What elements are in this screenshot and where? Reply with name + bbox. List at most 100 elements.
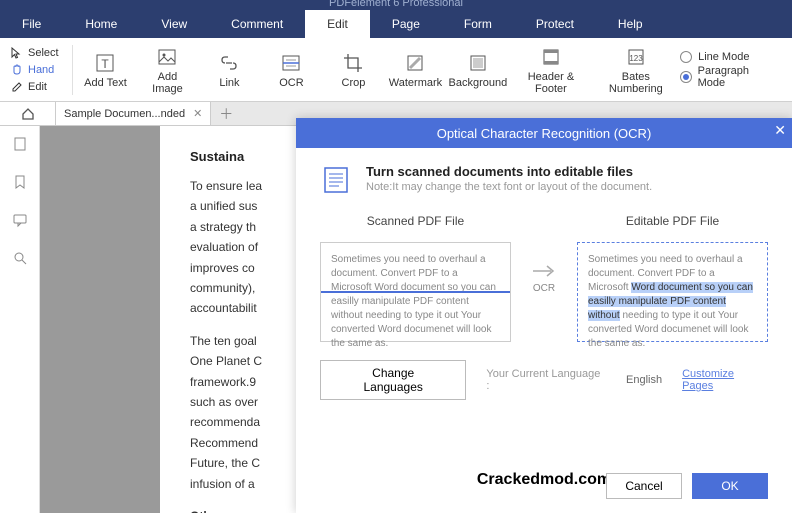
watermark-text: Crackedmod.com [477,471,611,489]
ocr-heading: Turn scanned documents into editable fil… [366,164,652,179]
ocr-dialog-title: Optical Character Recognition (OCR) ✕ [296,118,792,148]
line-mode-label: Line Mode [698,51,749,63]
close-icon[interactable]: ✕ [774,122,786,139]
current-language-value: English [626,374,662,386]
link-label: Link [219,77,239,89]
editable-preview: Sometimes you need to overhaul a documen… [577,242,768,342]
side-rail [0,126,40,513]
menubar: File Home View Comment Edit Page Form Pr… [0,10,792,38]
menu-form[interactable]: Form [442,10,514,38]
editable-title: Editable PDF File [577,214,768,228]
menu-page[interactable]: Page [370,10,442,38]
image-icon [155,45,179,69]
ocr-body: Turn scanned documents into editable fil… [296,148,792,416]
paragraph-mode-label: Paragraph Mode [698,65,776,89]
comments-icon[interactable] [12,212,28,228]
menu-view[interactable]: View [139,10,209,38]
ocr-title-text: Optical Character Recognition (OCR) [437,126,652,141]
bookmark-icon[interactable] [12,174,28,190]
change-languages-button[interactable]: Change Languages [320,360,466,400]
line-mode-radio[interactable]: Line Mode [680,51,776,63]
add-text-label: Add Text [84,77,127,89]
ocr-label: OCR [279,77,303,89]
document-tab[interactable]: Sample Documen...nded ✕ [56,102,211,125]
scan-line [321,291,510,293]
new-tab-button[interactable]: ＋ [211,104,241,124]
radio-off-icon [680,51,692,63]
watermark-label: Watermark [389,77,442,89]
bates-button[interactable]: 123 Bates Numbering [598,45,675,95]
menu-file[interactable]: File [0,10,63,38]
titlebar: PDFelement 6 Professional [0,0,792,10]
ocr-arrow: OCR [519,263,569,294]
background-label: Background [449,77,508,89]
ocr-header-text: Turn scanned documents into editable fil… [366,164,652,193]
search-icon[interactable] [12,250,28,266]
text-icon: T [93,51,117,75]
header-footer-icon [539,45,563,69]
bates-label: Bates Numbering [598,71,675,95]
ocr-language-row: Change Languages Your Current Language :… [320,360,768,400]
link-icon [217,51,241,75]
svg-text:123: 123 [629,54,643,63]
scan-doc-icon [320,164,352,196]
home-tab[interactable] [0,102,56,125]
crop-button[interactable]: Crop [327,45,379,95]
home-icon [21,107,35,121]
select-label: Select [28,47,59,59]
ribbon-tools: T Add Text Add Image Link OCR Crop Water… [73,45,680,95]
arrow-right-icon [531,263,557,279]
hand-label: Hand [28,64,54,76]
crop-label: Crop [342,77,366,89]
app-title: PDFelement 6 Professional [329,0,463,9]
menu-edit[interactable]: Edit [305,10,370,38]
current-language-label: Your Current Language : [486,368,606,392]
watermark-icon [403,51,427,75]
radio-on-icon [680,71,692,83]
ocr-compare: Scanned PDF File Sometimes you need to o… [320,214,768,342]
ocr-scanned-col: Scanned PDF File Sometimes you need to o… [320,214,511,342]
header-footer-label: Header & Footer [514,71,587,95]
ok-button[interactable]: OK [692,473,768,499]
add-text-button[interactable]: T Add Text [79,45,131,95]
bates-icon: 123 [624,45,648,69]
menu-home[interactable]: Home [63,10,139,38]
menu-comment[interactable]: Comment [209,10,305,38]
crop-icon [341,51,365,75]
hand-icon [10,63,24,77]
add-image-label: Add Image [141,71,193,95]
edit-tool[interactable]: Edit [8,79,68,95]
scanned-title: Scanned PDF File [320,214,511,228]
menu-protect[interactable]: Protect [514,10,596,38]
scanned-text: Sometimes you need to overhaul a documen… [331,254,496,349]
thumbnails-icon[interactable] [12,136,28,152]
ocr-button[interactable]: OCR [265,45,317,95]
background-button[interactable]: Background [451,45,504,95]
tab-close-icon[interactable]: ✕ [193,107,202,120]
svg-text:T: T [102,57,110,71]
watermark-button[interactable]: Watermark [389,45,441,95]
select-tool[interactable]: Select [8,45,68,61]
scanned-preview: Sometimes you need to overhaul a documen… [320,242,511,342]
ribbon-mode-group: Select Hand Edit [8,45,73,95]
add-image-button[interactable]: Add Image [141,45,193,95]
link-button[interactable]: Link [203,45,255,95]
ocr-header: Turn scanned documents into editable fil… [320,164,768,196]
background-icon [466,51,490,75]
hand-tool[interactable]: Hand [8,62,68,78]
tab-title: Sample Documen...nded [64,108,185,120]
header-footer-button[interactable]: Header & Footer [514,45,587,95]
paragraph-mode-radio[interactable]: Paragraph Mode [680,65,776,89]
ocr-footer: Cancel OK [606,473,768,499]
ocr-dialog: Optical Character Recognition (OCR) ✕ Tu… [296,118,792,513]
menu-help[interactable]: Help [596,10,665,38]
ocr-icon [279,51,303,75]
ribbon: Select Hand Edit T Add Text Add Image Li… [0,38,792,102]
pencil-icon [10,80,24,94]
customize-pages-link[interactable]: Customize Pages [682,368,768,392]
cancel-button[interactable]: Cancel [606,473,682,499]
mode-selector: Line Mode Paragraph Mode [680,51,784,89]
ocr-arrow-label: OCR [533,283,555,294]
cursor-icon [10,46,24,60]
ocr-editable-col: Editable PDF File Sometimes you need to … [577,214,768,342]
